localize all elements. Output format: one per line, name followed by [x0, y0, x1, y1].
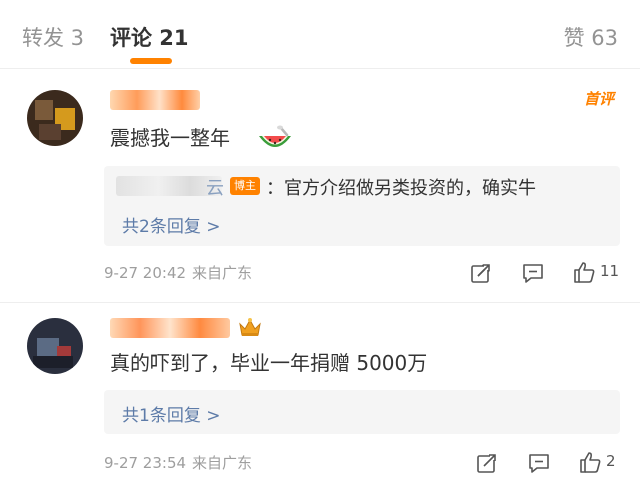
tabs-divider — [0, 68, 640, 69]
share-button[interactable] — [476, 452, 500, 476]
comment-divider — [0, 302, 640, 303]
comment-text: 震撼我一整年 — [110, 126, 230, 150]
tab-likes[interactable]: 赞 63 — [564, 22, 618, 52]
like-count: 2 — [606, 452, 616, 470]
reply-button[interactable] — [528, 452, 552, 476]
crown-icon — [239, 318, 261, 336]
comment-meta: 9-27 23:54 来自广东 — [104, 452, 252, 473]
comment-tabs: 转发 3 评论 21 赞 63 — [0, 0, 640, 64]
view-replies-link[interactable]: 共1条回复 > — [122, 401, 220, 426]
blogger-badge: 博主 — [230, 177, 260, 195]
comment-meta: 9-27 20:42 来自广东 — [104, 262, 252, 283]
username-blurred[interactable] — [110, 90, 200, 110]
like-button[interactable]: 2 — [578, 450, 628, 474]
like-count: 11 — [600, 262, 620, 280]
comment-time: 9-27 23:54 — [104, 454, 187, 472]
username-blurred[interactable] — [110, 318, 230, 338]
reply-button[interactable] — [522, 262, 546, 286]
reply-preview[interactable]: 云 博主 ：官方介绍做另类投资的，确实牛 共2条回复 > — [104, 166, 620, 246]
comment-time: 9-27 20:42 — [104, 264, 187, 282]
reply-preview[interactable]: 共1条回复 > — [104, 390, 620, 434]
view-replies-link[interactable]: 共2条回复 > — [122, 212, 220, 237]
avatar[interactable] — [27, 318, 83, 374]
first-comment-tag: 首评 — [583, 90, 614, 108]
share-icon — [477, 452, 498, 473]
comment-location: 来自广东 — [192, 264, 253, 282]
comment-icon — [523, 264, 543, 283]
like-button[interactable]: 11 — [572, 260, 622, 284]
tab-repost[interactable]: 转发 3 — [22, 22, 84, 52]
comment-text: 真的吓到了，毕业一年捐赠 5000万 — [110, 351, 428, 375]
tab-comments[interactable]: 评论 21 — [110, 22, 189, 52]
reply-text: ：官方介绍做另类投资的，确实牛 — [266, 178, 536, 199]
share-icon — [471, 262, 492, 283]
active-tab-indicator — [130, 58, 172, 64]
comment-location: 来自广东 — [192, 454, 253, 472]
comment-icon — [529, 454, 549, 473]
reply-author-name[interactable]: 云 — [206, 174, 224, 200]
avatar[interactable] — [27, 90, 83, 146]
thumbs-up-icon — [574, 262, 595, 283]
watermelon-emoji — [259, 125, 291, 147]
thumbs-up-icon — [580, 452, 601, 473]
share-button[interactable] — [470, 262, 494, 286]
